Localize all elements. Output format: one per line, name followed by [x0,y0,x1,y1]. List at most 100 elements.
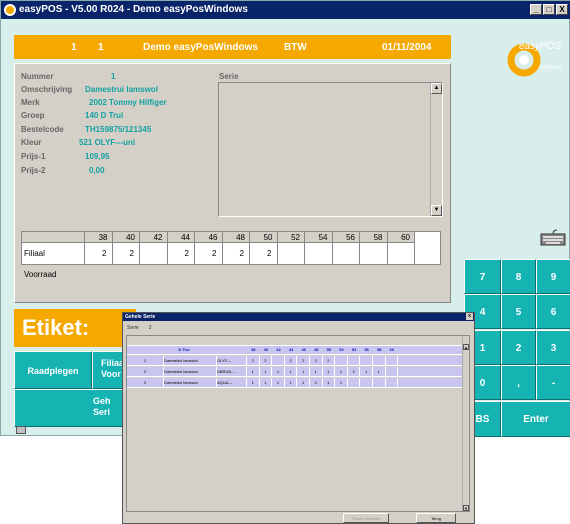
row-size-value: 2 [348,367,361,377]
field-value: 0,00 [89,166,105,175]
stock-cell[interactable]: 2 [85,243,113,264]
dialog-size-header: 44 [288,347,294,352]
row-size-value: 1 [285,378,298,388]
row-size-value: 1 [285,367,298,377]
size-header: 46 [195,232,223,243]
dialog-close-icon[interactable]: x [466,313,473,320]
keyboard-icon[interactable] [540,229,566,247]
field-label: Kleur [21,138,42,147]
size-header: 50 [250,232,278,243]
field-value: 140 D Trui [85,111,124,120]
dialog-group-header: D Trui [178,347,190,352]
dialog-size-header: 46 [301,347,306,352]
dialog-size-header: 54 [351,347,357,352]
dialog-scroll-down-icon[interactable]: ▼ [463,505,469,511]
row-size-value [386,378,399,388]
stock-cell[interactable] [277,243,305,264]
row-number: 1 [127,356,164,366]
close-button[interactable]: X [556,4,568,15]
easypos-logo: easyPOS software [507,41,562,77]
size-header: 54 [305,232,333,243]
logo-sub-text: software [539,65,562,71]
dialog-size-header: 52 [339,347,344,352]
stock-cell[interactable] [360,243,388,264]
field-value: 109,95 [85,152,110,161]
stock-cell[interactable]: 2 [167,243,195,264]
key-3[interactable]: 3 [536,330,570,365]
btw-label: BTW [284,42,307,53]
stock-cell[interactable] [387,243,415,264]
row-size-value: 1 [335,378,348,388]
row-size-value: 2 [260,356,273,366]
dialog-scroll-up-icon[interactable]: ▲ [463,344,469,350]
dialog-table-row[interactable]: 3 Damestrui lamswol AQUA--- 1 1 1 1 1 2 1 1 [127,378,463,388]
field-value: 1 [111,72,116,81]
row-size-value: 1 [297,378,310,388]
dialog-size-header: 42 [276,347,281,352]
row-size-value: 2 [310,378,323,388]
key-6[interactable]: 6 [536,294,570,329]
row-size-value: 1 [323,367,336,377]
dialog-scrollbar[interactable]: ▲ ▼ [462,336,469,511]
key-8[interactable]: 8 [501,259,536,294]
size-header: 60 [387,232,415,243]
row-size-value [335,356,348,366]
key-minus[interactable]: - [536,365,570,400]
size-header: 58 [360,232,388,243]
key-2[interactable]: 2 [501,330,536,365]
size-header-blank [22,232,85,243]
stock-cell[interactable]: 2 [250,243,278,264]
scroll-down-icon[interactable]: ▼ [431,205,442,216]
dialog-table-row[interactable]: 1 Damestrui lamswol OLYF--- 2 2 2 2 2 2 [127,356,463,366]
scroll-up-icon[interactable]: ▲ [431,83,442,94]
header-field-1: 1 [71,42,77,53]
stock-cell[interactable] [332,243,360,264]
dialog-table-row[interactable]: 2 Damestrui lamswol DBRUN-... 1 1 1 1 1 1 1 1 2 1 1 [127,367,463,377]
dialog-table: D Trui 38 40 42 44 46 48 50 52 54 56 58 60 1 Damestr… [126,335,470,512]
row-size-value: 2 [323,356,336,366]
row-size-value [373,356,386,366]
dialog-title-text: Gehele Serie [125,314,156,320]
header-field-2: 1 [98,42,104,53]
row-size-value: 1 [247,378,260,388]
stock-cell[interactable]: 2 [222,243,250,264]
row-description: Damestrui lamswol [164,367,217,377]
stock-grid: 38 40 42 44 46 48 50 52 54 56 58 60 Filiaal Voorraa… [21,231,441,279]
dialog-size-header: 38 [251,347,256,352]
field-value: 2002 Tommy Hilfiger [89,98,167,107]
gehele-serie-dialog: Gehele Serie x Serie 2 D Trui 38 40 42 44 46 4… [122,312,475,524]
row-size-value: 1 [310,367,323,377]
row-size-value: 1 [323,378,336,388]
stock-cell[interactable] [305,243,333,264]
field-label: Prijs-2 [21,166,46,175]
dialog-terug-button[interactable]: Terug [416,513,456,523]
dialog-size-header: 40 [263,347,269,352]
stock-cell[interactable]: 2 [195,243,223,264]
dialog-title: Gehele Serie x [123,313,474,321]
gehele-serie-button[interactable]: Geh Seri [14,389,126,427]
raadplegen-button[interactable]: Raadplegen [14,351,92,389]
dialog-serie: Serie 2 [127,325,151,331]
stock-cell[interactable] [140,243,168,264]
row-size-value [348,356,361,366]
key-comma[interactable]: , [501,365,536,400]
minimize-button[interactable]: _ [530,4,542,15]
row-description: Damestrui lamswol [164,378,217,388]
serie-scrollbar[interactable]: ▲ ▼ [430,83,442,216]
size-header: 48 [222,232,250,243]
row-size-value [386,356,399,366]
dialog-size-header: 50 [326,347,332,352]
filiaal-voorraad-button[interactable]: Filiaa Voor [92,351,126,389]
key-5[interactable]: 5 [501,294,536,329]
maximize-button[interactable]: □ [543,4,555,15]
key-enter[interactable]: Enter [501,401,570,437]
app-root: easyPOS - V5.00 R024 - Demo easyPosWindo… [0,0,570,524]
row-size-value [386,367,399,377]
key-9[interactable]: 9 [536,259,570,294]
row-size-value: 1 [335,367,348,377]
row-color: DBRUN-... [217,367,247,377]
row-size-value: 1 [260,367,273,377]
serie-list[interactable]: ▲ ▼ [218,82,443,217]
stock-cell[interactable]: 2 [112,243,140,264]
key-7[interactable]: 7 [464,259,501,294]
